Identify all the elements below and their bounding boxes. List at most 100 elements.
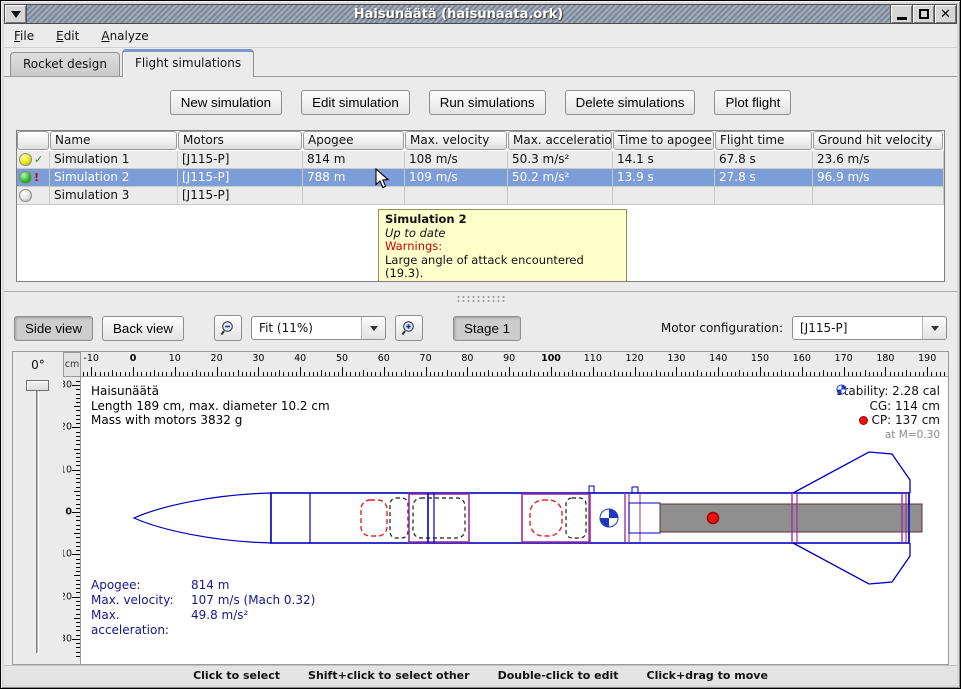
cell-max-acceleration[interactable] bbox=[508, 187, 613, 205]
cell-name[interactable]: Simulation 3 bbox=[50, 187, 178, 205]
cell-time-to-apogee[interactable]: 14.1 s bbox=[613, 151, 715, 169]
tooltip-status: Up to date bbox=[385, 227, 620, 241]
max-velocity-value: 107 m/s (Mach 0.32) bbox=[191, 593, 315, 608]
zoom-level-combo[interactable]: Fit (11%) bbox=[251, 316, 386, 340]
cell-flight-time[interactable]: 27.8 s bbox=[715, 169, 813, 187]
cell-time-to-apogee[interactable]: 13.9 s bbox=[613, 169, 715, 187]
edit-simulation-button[interactable]: Edit simulation bbox=[301, 90, 410, 115]
column-header-motors[interactable]: Motors bbox=[178, 131, 302, 150]
cell-max-velocity[interactable]: 109 m/s bbox=[405, 169, 508, 187]
table-header-row: Name Motors Apogee Max. velocity Max. ac… bbox=[17, 131, 944, 151]
rocket-canvas[interactable]: Haisunäätä Length 189 cm, max. diameter … bbox=[81, 377, 948, 664]
zoom-out-button[interactable] bbox=[214, 315, 242, 341]
cell-max-velocity[interactable]: 108 m/s bbox=[405, 151, 508, 169]
application-window: Haisunäätä (haisunaata.ork) ✕ File Edit … bbox=[0, 0, 961, 689]
stability-info: Stability: 2.28 cal CG: 114 cm CP: 13 bbox=[836, 384, 940, 442]
column-header-flight-time[interactable]: Flight time bbox=[715, 131, 812, 150]
status-sphere-icon bbox=[19, 153, 32, 166]
close-button[interactable]: ✕ bbox=[934, 5, 956, 23]
cell-apogee[interactable]: 814 m bbox=[303, 151, 405, 169]
zoom-level-value: Fit (11%) bbox=[259, 321, 361, 335]
rotation-slider-handle[interactable] bbox=[26, 380, 49, 391]
column-header-ground-hit-velocity[interactable]: Ground hit velocity bbox=[813, 131, 943, 150]
tab-rocket-design[interactable]: Rocket design bbox=[10, 52, 120, 76]
rotation-slider-track[interactable] bbox=[36, 385, 39, 654]
run-simulations-button[interactable]: Run simulations bbox=[429, 90, 546, 115]
splitter-handle[interactable] bbox=[456, 295, 506, 302]
window-menu-button[interactable] bbox=[5, 5, 27, 23]
simulation-buttons: New simulation Edit simulation Run simul… bbox=[4, 90, 957, 115]
hint-shift-click: Shift+click to select other bbox=[308, 669, 470, 682]
cell-motors[interactable]: [J115-P] bbox=[178, 151, 303, 169]
status-warning-icon: ! bbox=[34, 172, 39, 183]
cell-name[interactable]: Simulation 2 bbox=[50, 169, 178, 187]
cp-marker bbox=[708, 513, 719, 524]
cell-time-to-apogee[interactable] bbox=[613, 187, 715, 205]
cell-motors[interactable]: [J115-P] bbox=[178, 169, 303, 187]
tooltip-warnings-label: Warnings: bbox=[385, 240, 620, 254]
side-view-button[interactable]: Side view bbox=[14, 316, 93, 341]
hint-click-drag: Click+drag to move bbox=[647, 669, 768, 682]
flight-simulations-panel: New simulation Edit simulation Run simul… bbox=[4, 77, 957, 291]
column-header-max-acceleration[interactable]: Max. acceleration bbox=[508, 131, 612, 150]
ruler-unit-label: cm bbox=[63, 352, 81, 377]
column-header-apogee[interactable]: Apogee bbox=[303, 131, 404, 150]
menu-analyze[interactable]: Analyze bbox=[101, 29, 148, 43]
mouse-cursor bbox=[375, 168, 390, 189]
menu-file[interactable]: File bbox=[14, 29, 34, 43]
cell-apogee[interactable] bbox=[303, 187, 405, 205]
column-header-max-velocity[interactable]: Max. velocity bbox=[405, 131, 507, 150]
cell-max-acceleration[interactable]: 50.2 m/s² bbox=[508, 169, 613, 187]
motor-configuration-label: Motor configuration: bbox=[661, 321, 783, 335]
hint-bar: Click to select Shift+click to select ot… bbox=[4, 665, 957, 685]
tooltip-title: Simulation 2 bbox=[385, 213, 620, 227]
stability-value: Stability: 2.28 cal bbox=[836, 384, 940, 399]
view-toolbar: Side view Back view Fit (11%) bbox=[4, 305, 957, 351]
apogee-label: Apogee: bbox=[91, 578, 191, 593]
status-sphere-icon bbox=[19, 171, 32, 184]
table-row-simulation-3[interactable]: Simulation 3 [J115-P] bbox=[17, 187, 944, 205]
flight-stats: Apogee: 814 m Max. velocity: 107 m/s (Ma… bbox=[91, 578, 315, 638]
tab-flight-simulations[interactable]: Flight simulations bbox=[122, 49, 254, 77]
delete-simulations-button[interactable]: Delete simulations bbox=[565, 90, 696, 115]
minimize-button[interactable] bbox=[890, 5, 912, 23]
max-acceleration-value: 49.8 m/s² bbox=[191, 608, 248, 638]
window-menu-icon bbox=[11, 11, 21, 18]
cell-ground-hit-velocity[interactable] bbox=[813, 187, 944, 205]
cell-max-velocity[interactable] bbox=[405, 187, 508, 205]
rotation-slider bbox=[13, 377, 63, 664]
close-icon: ✕ bbox=[940, 8, 951, 21]
simulation-table: Name Motors Apogee Max. velocity Max. ac… bbox=[16, 130, 945, 282]
plot-flight-button[interactable]: Plot flight bbox=[714, 90, 791, 115]
table-row-simulation-1[interactable]: ✓ Simulation 1 [J115-P] 814 m 108 m/s 50… bbox=[17, 151, 944, 169]
motor-configuration-combo[interactable]: [J115-P] bbox=[792, 316, 947, 340]
window-title: Haisunäätä (haisunaata.ork) bbox=[27, 5, 890, 23]
zoom-in-button[interactable] bbox=[395, 315, 423, 341]
stage-1-toggle[interactable]: Stage 1 bbox=[453, 316, 521, 341]
zoom-in-icon bbox=[401, 320, 418, 337]
hint-double-click: Double-click to edit bbox=[498, 669, 619, 682]
cell-flight-time[interactable] bbox=[715, 187, 813, 205]
menu-edit[interactable]: Edit bbox=[56, 29, 79, 43]
cell-ground-hit-velocity[interactable]: 23.6 m/s bbox=[813, 151, 944, 169]
column-header-time-to-apogee[interactable]: Time to apogee bbox=[613, 131, 714, 150]
cell-max-acceleration[interactable]: 50.3 m/s² bbox=[508, 151, 613, 169]
column-header-name[interactable]: Name bbox=[50, 131, 177, 150]
status-cell: ✓ bbox=[17, 151, 50, 169]
cp-icon bbox=[859, 416, 868, 425]
cell-motors[interactable]: [J115-P] bbox=[178, 187, 303, 205]
maximize-button[interactable] bbox=[912, 5, 934, 23]
cell-name[interactable]: Simulation 1 bbox=[50, 151, 178, 169]
cell-flight-time[interactable]: 67.8 s bbox=[715, 151, 813, 169]
back-view-button[interactable]: Back view bbox=[102, 316, 184, 341]
cg-value: CG: 114 cm bbox=[869, 399, 940, 414]
new-simulation-button[interactable]: New simulation bbox=[170, 90, 282, 115]
design-mass: Mass with motors 3832 g bbox=[91, 413, 330, 428]
maximize-icon bbox=[919, 9, 929, 19]
column-header-status[interactable] bbox=[17, 131, 49, 150]
rocket-figure-area: 0° cm -100102030405060708090100110120130… bbox=[12, 351, 949, 665]
cell-ground-hit-velocity[interactable]: 96.9 m/s bbox=[813, 169, 944, 187]
motor-configuration-value: [J115-P] bbox=[800, 321, 922, 335]
cg-icon bbox=[836, 384, 847, 395]
table-row-simulation-2[interactable]: ! Simulation 2 [J115-P] 788 m 109 m/s 50… bbox=[17, 169, 944, 187]
